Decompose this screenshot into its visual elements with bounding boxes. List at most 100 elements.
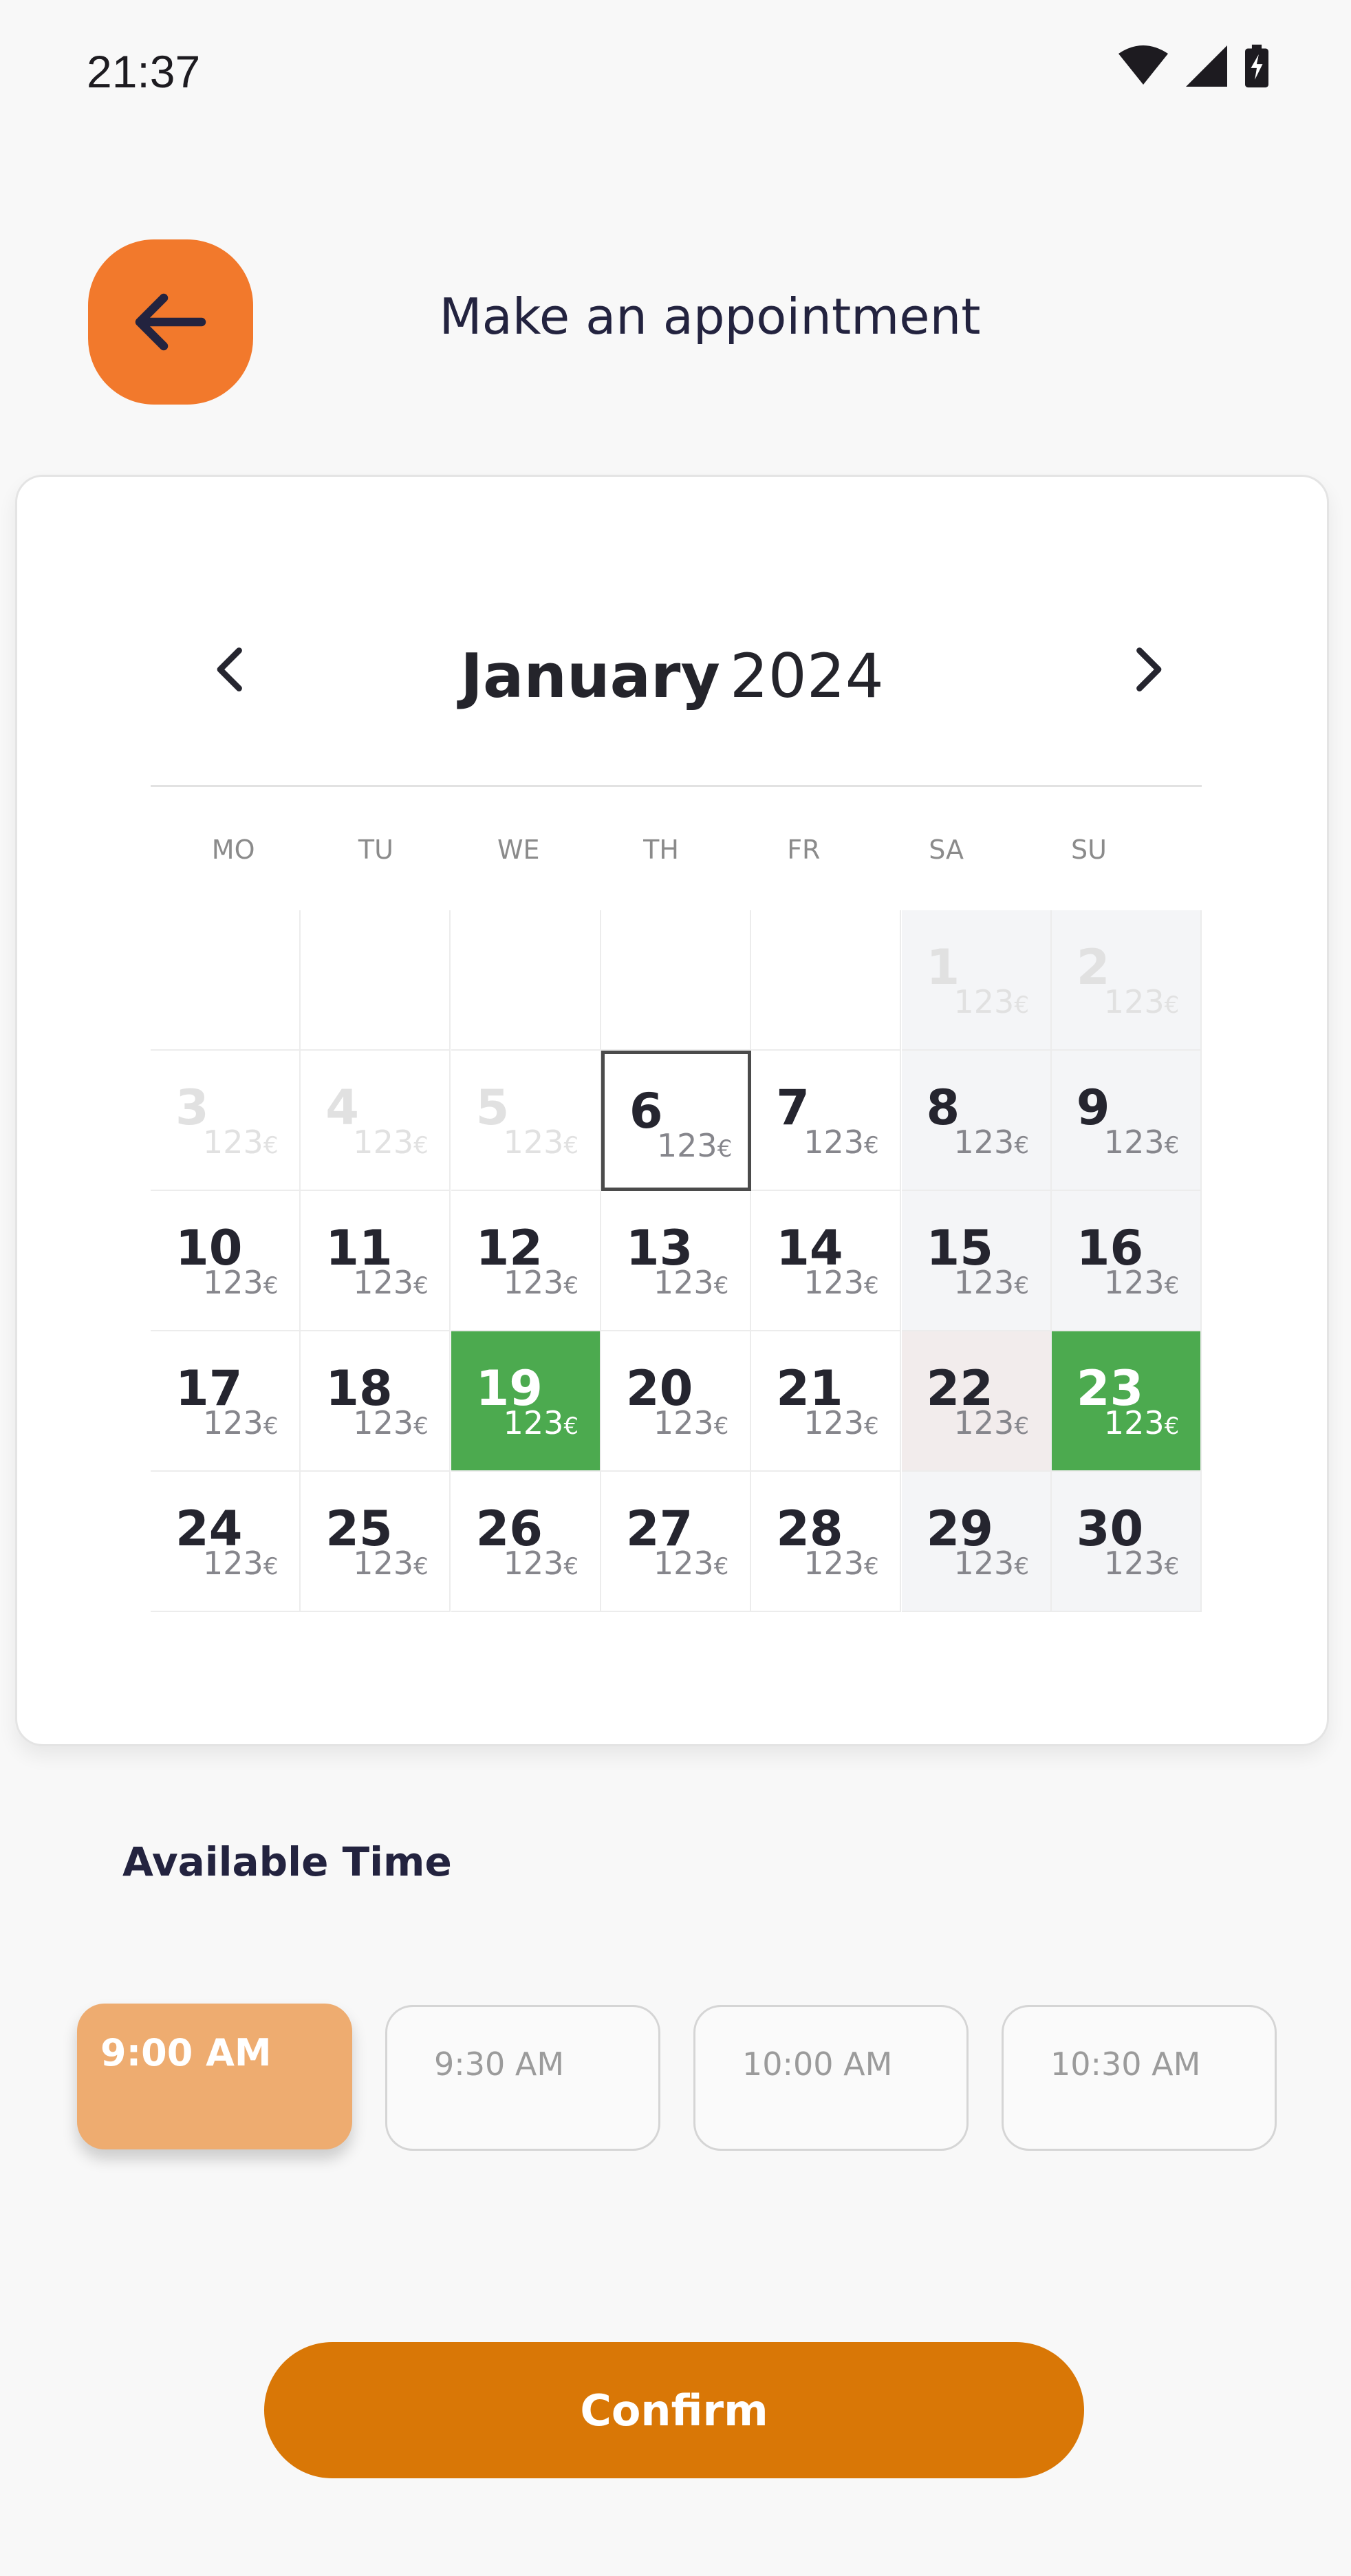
price-amount: 123 <box>653 1404 714 1441</box>
currency-symbol: € <box>263 1272 279 1300</box>
calendar-day-16[interactable]: 16 123€ <box>1051 1191 1202 1331</box>
calendar-empty-cell <box>601 910 751 1051</box>
currency-symbol: € <box>1164 1132 1180 1159</box>
calendar-day-19[interactable]: 19 123€ <box>451 1331 601 1472</box>
price-amount: 123 <box>803 1545 864 1582</box>
calendar-day-12[interactable]: 12 123€ <box>451 1191 601 1331</box>
currency-symbol: € <box>413 1272 429 1300</box>
day-price: 123€ <box>353 1264 428 1301</box>
price-amount: 123 <box>503 1545 564 1582</box>
time-slot[interactable]: 9:00 AM <box>77 2004 352 2149</box>
calendar-day-3: 3 123€ <box>151 1051 301 1191</box>
calendar-day-11[interactable]: 11 123€ <box>301 1191 451 1331</box>
calendar-day-26[interactable]: 26 123€ <box>451 1472 601 1612</box>
price-amount: 123 <box>953 983 1015 1020</box>
calendar-day-5: 5 123€ <box>451 1051 601 1191</box>
arrow-left-icon <box>135 293 206 351</box>
currency-symbol: € <box>1164 991 1180 1019</box>
day-price: 123€ <box>653 1264 728 1301</box>
price-amount: 123 <box>953 1124 1015 1161</box>
weekday-label: FR <box>787 835 821 865</box>
price-amount: 123 <box>1103 983 1165 1020</box>
status-time: 21:37 <box>87 46 201 97</box>
confirm-button[interactable]: Confirm <box>264 2342 1084 2478</box>
price-amount: 123 <box>1103 1264 1165 1301</box>
currency-symbol: € <box>1014 1132 1029 1159</box>
calendar-day-9[interactable]: 9 123€ <box>1051 1051 1202 1191</box>
currency-symbol: € <box>864 1413 879 1440</box>
currency-symbol: € <box>563 1132 579 1159</box>
calendar-day-4: 4 123€ <box>301 1051 451 1191</box>
month-year: 2024 <box>729 641 884 711</box>
currency-symbol: € <box>1164 1272 1180 1300</box>
price-amount: 123 <box>203 1545 263 1582</box>
signal-icon <box>1186 45 1227 87</box>
calendar-day-21[interactable]: 21 123€ <box>751 1331 902 1472</box>
day-price: 123€ <box>803 1545 878 1582</box>
weekday-label: TH <box>643 835 679 865</box>
day-price: 123€ <box>954 1264 1029 1301</box>
status-icons <box>1118 44 1268 88</box>
time-slot[interactable]: 10:00 AM <box>693 2005 969 2151</box>
weekday-label: TU <box>358 835 393 865</box>
day-price: 123€ <box>504 1124 579 1161</box>
calendar-divider <box>151 785 1202 787</box>
currency-symbol: € <box>864 1132 879 1159</box>
day-price: 123€ <box>353 1404 428 1441</box>
price-amount: 123 <box>203 1124 263 1161</box>
day-price: 123€ <box>803 1124 878 1161</box>
calendar-day-29[interactable]: 29 123€ <box>901 1472 1052 1612</box>
day-price: 123€ <box>1104 1404 1179 1441</box>
calendar-day-17[interactable]: 17 123€ <box>151 1331 301 1472</box>
day-price: 123€ <box>954 1124 1029 1161</box>
day-price: 123€ <box>1104 983 1179 1020</box>
calendar-day-15[interactable]: 15 123€ <box>901 1191 1052 1331</box>
calendar-day-23[interactable]: 23 123€ <box>1051 1331 1202 1472</box>
time-slot[interactable]: 9:30 AM <box>385 2005 660 2151</box>
weekday-row: MO TU WE TH FR SA SU <box>166 835 1217 865</box>
price-amount: 123 <box>803 1264 864 1301</box>
price-amount: 123 <box>353 1264 414 1301</box>
price-amount: 123 <box>653 1545 714 1582</box>
calendar-day-24[interactable]: 24 123€ <box>151 1472 301 1612</box>
price-amount: 123 <box>803 1404 864 1441</box>
calendar-day-28[interactable]: 28 123€ <box>751 1472 902 1612</box>
currency-symbol: € <box>864 1272 879 1300</box>
calendar-day-14[interactable]: 14 123€ <box>751 1191 902 1331</box>
month-name: January <box>460 641 720 711</box>
day-price: 123€ <box>504 1545 579 1582</box>
day-price: 123€ <box>653 1404 728 1441</box>
calendar-empty-cell <box>751 910 902 1051</box>
back-button[interactable] <box>88 239 253 405</box>
currency-symbol: € <box>1164 1553 1180 1580</box>
currency-symbol: € <box>1164 1413 1180 1440</box>
calendar-day-30[interactable]: 30 123€ <box>1051 1472 1202 1612</box>
calendar-day-20[interactable]: 20 123€ <box>601 1331 751 1472</box>
time-slot[interactable]: 10:30 AM <box>1002 2005 1277 2151</box>
currency-symbol: € <box>413 1413 429 1440</box>
day-price: 123€ <box>954 1404 1029 1441</box>
time-slot-label: 9:30 AM <box>434 2046 565 2083</box>
calendar-day-27[interactable]: 27 123€ <box>601 1472 751 1612</box>
calendar-day-13[interactable]: 13 123€ <box>601 1191 751 1331</box>
calendar-day-22[interactable]: 22 123€ <box>901 1331 1052 1472</box>
price-amount: 123 <box>1103 1404 1165 1441</box>
calendar-day-8[interactable]: 8 123€ <box>901 1051 1052 1191</box>
day-price: 123€ <box>504 1264 579 1301</box>
day-price: 123€ <box>203 1124 278 1161</box>
weekday-label: SU <box>1070 835 1107 865</box>
price-amount: 123 <box>503 1124 564 1161</box>
calendar-day-10[interactable]: 10 123€ <box>151 1191 301 1331</box>
battery-icon <box>1245 44 1268 88</box>
weekday-label: SA <box>929 835 964 865</box>
currency-symbol: € <box>263 1553 279 1580</box>
day-price: 123€ <box>653 1545 728 1582</box>
calendar-day-25[interactable]: 25 123€ <box>301 1472 451 1612</box>
available-time-label: Available Time <box>122 1838 452 1885</box>
currency-symbol: € <box>1014 1272 1029 1300</box>
weekday-label: MO <box>211 835 255 865</box>
next-month-button[interactable] <box>1114 635 1182 704</box>
calendar-day-7[interactable]: 7 123€ <box>751 1051 902 1191</box>
calendar-day-6[interactable]: 6 123€ <box>601 1051 751 1191</box>
calendar-day-18[interactable]: 18 123€ <box>301 1331 451 1472</box>
